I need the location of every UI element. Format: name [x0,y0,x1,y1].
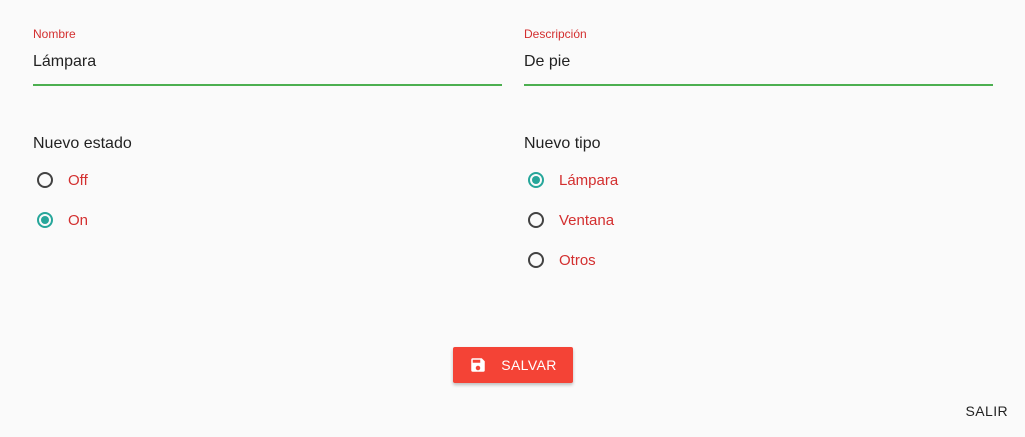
descripcion-input[interactable] [524,50,993,74]
radio-checked-icon[interactable] [526,170,546,190]
descripcion-label: Descripción [524,27,587,41]
tipo-option-label: Lámpara [559,171,619,189]
nombre-underline [33,84,502,86]
exit-button[interactable]: SALIR [966,402,1008,420]
estado-option-label: On [68,211,89,229]
tipo-title: Nuevo tipo [524,135,601,152]
tipo-option-otros[interactable]: Otros [524,240,618,280]
tipo-radio-group: Nuevo tipo Lámpara Ventana Otros [524,134,618,280]
radio-unchecked-icon[interactable] [526,210,546,230]
radio-unchecked-icon[interactable] [35,170,55,190]
descripcion-field: Descripción [524,26,993,86]
nombre-input[interactable] [33,50,502,74]
descripcion-underline [524,84,993,86]
estado-option-on[interactable]: On [33,200,132,240]
edit-device-form: Nombre Descripción Nuevo estado Off On N… [0,0,1025,437]
radio-unchecked-icon[interactable] [526,250,546,270]
save-icon [469,356,487,374]
save-button[interactable]: SALVAR [453,347,573,383]
tipo-option-label: Otros [559,251,596,269]
estado-radio-group: Nuevo estado Off On [33,134,132,240]
estado-option-label: Off [68,171,88,189]
tipo-option-ventana[interactable]: Ventana [524,200,618,240]
nombre-label: Nombre [33,27,76,41]
tipo-option-lampara[interactable]: Lámpara [524,160,618,200]
estado-title: Nuevo estado [33,135,132,152]
nombre-field: Nombre [33,26,502,86]
save-button-label: SALVAR [501,357,557,373]
estado-option-off[interactable]: Off [33,160,132,200]
tipo-option-label: Ventana [559,211,615,229]
radio-checked-icon[interactable] [35,210,55,230]
